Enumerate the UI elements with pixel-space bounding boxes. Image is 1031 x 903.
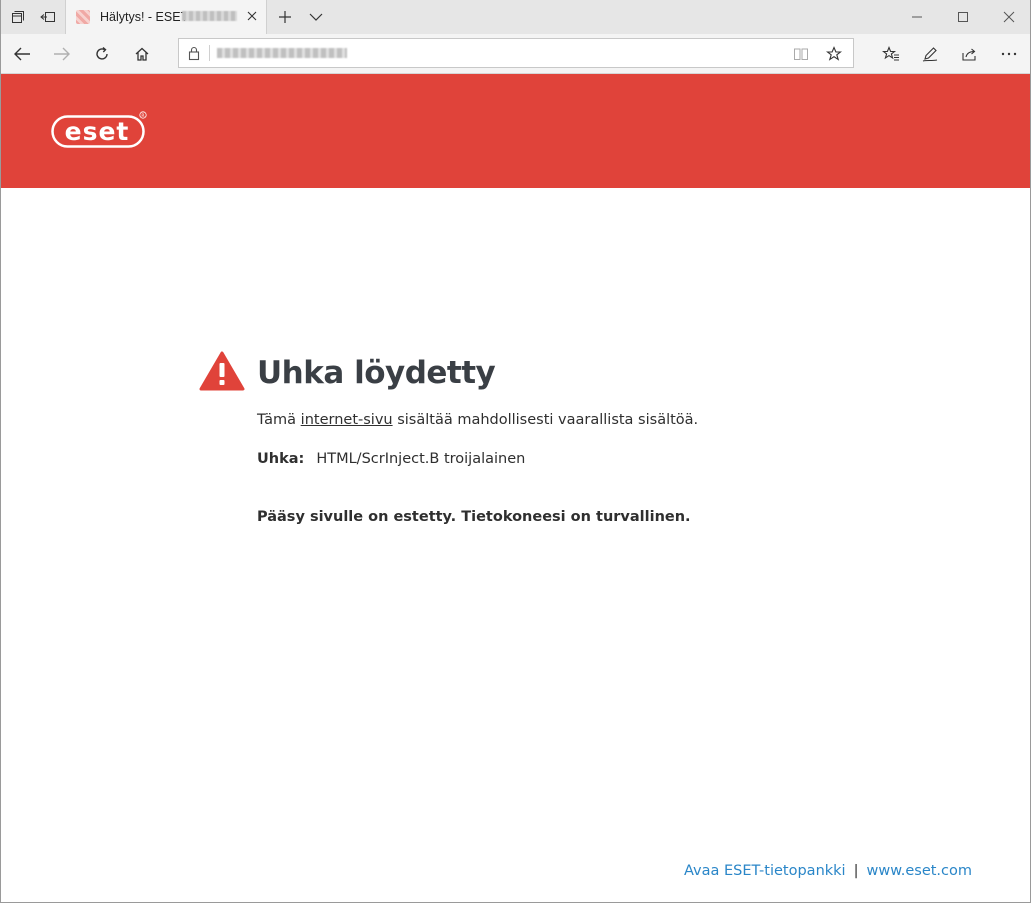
maximize-icon[interactable]	[940, 0, 986, 34]
pen-icon[interactable]	[913, 37, 947, 71]
forward-arrow-icon[interactable]	[45, 37, 79, 71]
lock-icon[interactable]	[187, 45, 201, 66]
internet-page-link[interactable]: internet-sivu	[301, 412, 393, 428]
address-bar[interactable]	[178, 38, 854, 68]
favorites-icon[interactable]	[874, 37, 908, 71]
svg-text:eset: eset	[65, 117, 130, 146]
refresh-icon[interactable]	[85, 37, 119, 71]
header-banner: eset R	[1, 74, 1030, 188]
more-icon[interactable]	[992, 37, 1026, 71]
back-arrow-icon[interactable]	[5, 37, 39, 71]
threat-description: Tämä internet-sivu sisältää mahdollisest…	[257, 412, 698, 428]
threat-name: HTML/ScrInject.B troijalainen	[316, 451, 526, 467]
close-window-icon[interactable]	[986, 0, 1030, 34]
warning-icon	[199, 351, 245, 396]
tab-actions-icon[interactable]	[1, 0, 35, 34]
address-separator	[209, 45, 210, 61]
home-icon[interactable]	[125, 37, 159, 71]
threat-label: Uhka:	[257, 451, 305, 467]
threat-info: Uhka: HTML/ScrInject.B troijalainen	[257, 451, 525, 467]
eset-website-link[interactable]: www.eset.com	[866, 863, 972, 879]
footer-separator: |	[853, 863, 859, 879]
star-icon[interactable]	[824, 44, 844, 64]
browser-tab[interactable]: Hälytys! - ESET	[65, 0, 267, 35]
title-bar: Hälytys! - ESET	[1, 0, 1030, 35]
page-title: Uhka löydetty	[257, 355, 496, 391]
site-favicon	[76, 10, 90, 24]
browser-window: Hälytys! - ESET eset R Uhka löydetty Täm…	[0, 0, 1031, 903]
eset-logo: eset R	[51, 111, 147, 154]
chevron-down-icon[interactable]	[299, 0, 333, 34]
plus-icon[interactable]	[268, 0, 302, 34]
close-icon[interactable]	[244, 8, 260, 24]
set-aside-tabs-icon[interactable]	[31, 0, 65, 34]
svg-text:R: R	[141, 113, 144, 119]
navigation-bar	[1, 34, 1030, 74]
tab-title: Hälytys! - ESET	[100, 10, 189, 24]
blocked-message: Pääsy sivulle on estetty. Tietokoneesi o…	[257, 509, 691, 525]
redacted-url	[217, 48, 347, 58]
minimize-icon[interactable]	[894, 0, 940, 34]
desc-text-before: Tämä	[257, 412, 301, 428]
redacted-tab-text	[182, 11, 237, 21]
knowledge-base-link[interactable]: Avaa ESET-tietopankki	[684, 863, 846, 879]
reading-view-icon[interactable]	[791, 44, 811, 64]
footer-links: Avaa ESET-tietopankki | www.eset.com	[684, 863, 972, 879]
share-icon[interactable]	[952, 37, 986, 71]
desc-text-after: sisältää mahdollisesti vaarallista sisäl…	[392, 412, 699, 428]
